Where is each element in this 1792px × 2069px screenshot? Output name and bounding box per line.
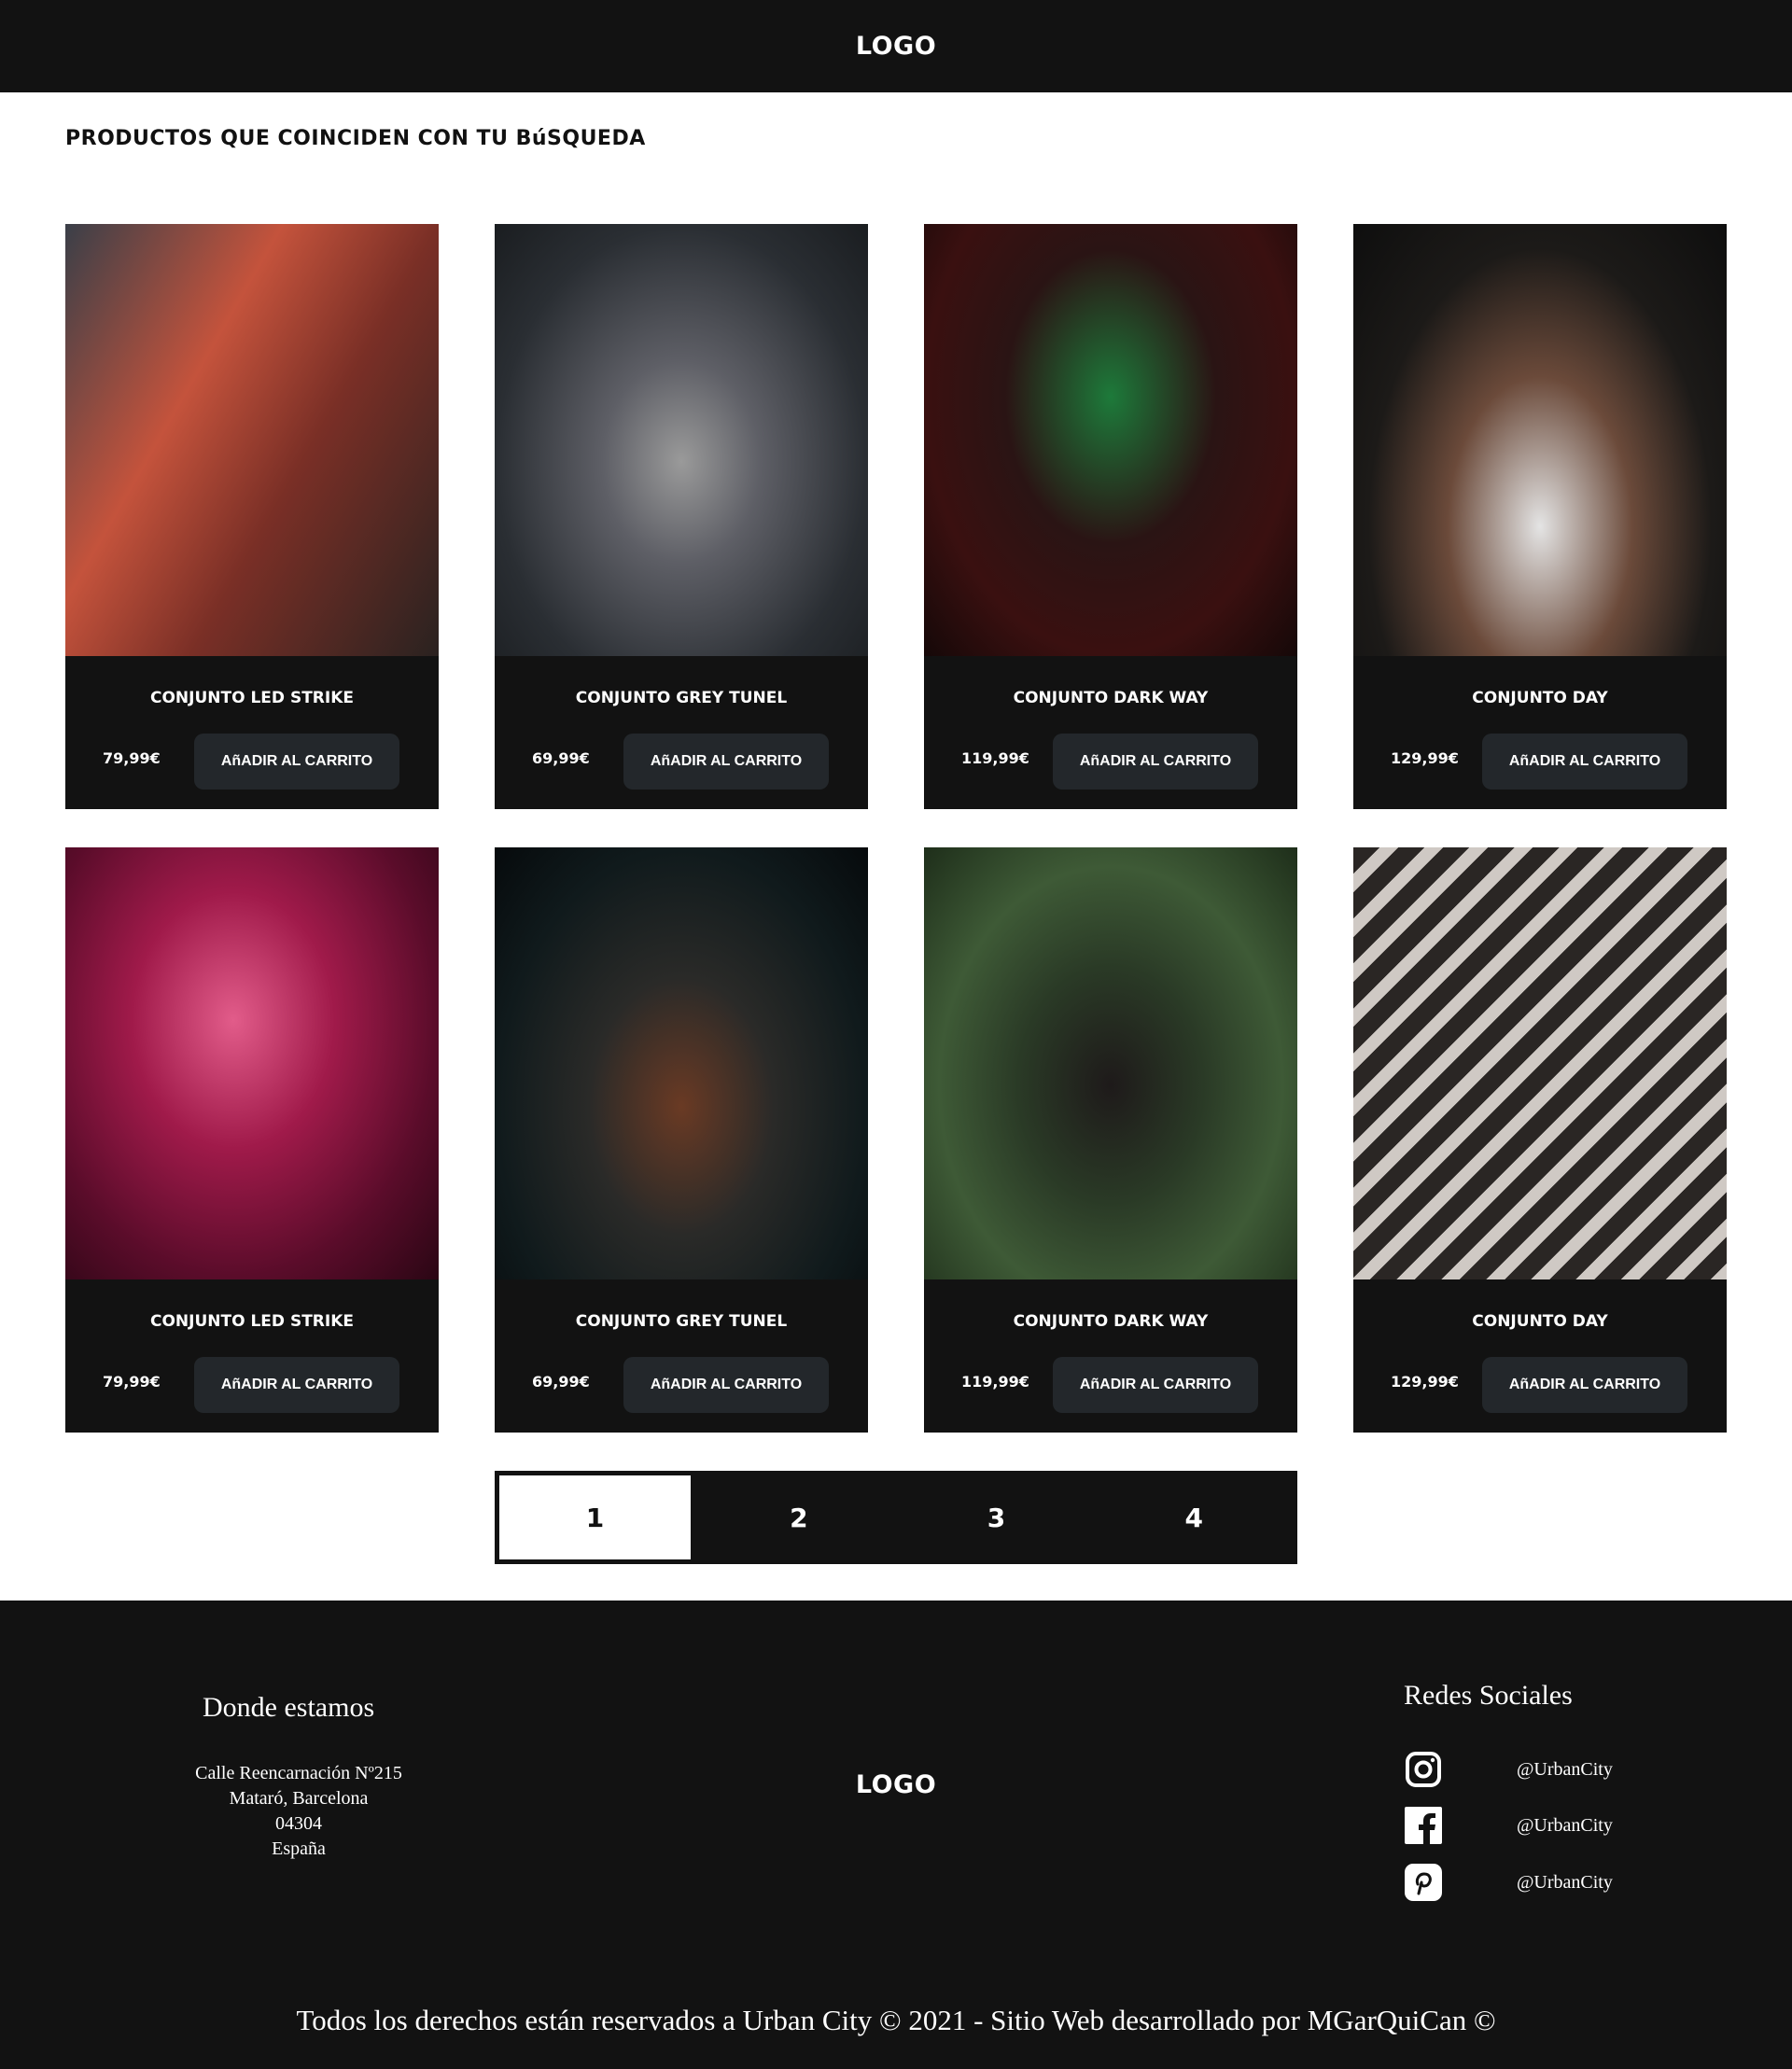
pinterest-handle[interactable]: @UrbanCity (1517, 1872, 1613, 1894)
instagram-handle[interactable]: @UrbanCity (1517, 1759, 1613, 1781)
product-image[interactable] (1353, 847, 1727, 1279)
page-1-button[interactable]: 1 (499, 1475, 691, 1559)
product-name[interactable]: CONJUNTO DAY (1353, 1312, 1727, 1331)
product-card: CONJUNTO LED STRIKE 79,99€ AñADIR AL CAR… (65, 847, 439, 1433)
product-image[interactable] (1353, 224, 1727, 656)
instagram-icon (1406, 1752, 1441, 1787)
product-image[interactable] (495, 224, 868, 656)
product-price: 69,99€ (532, 749, 590, 767)
social-facebook[interactable]: @UrbanCity (1405, 1807, 1613, 1844)
product-name[interactable]: CONJUNTO GREY TUNEL (495, 689, 868, 707)
page-3-button[interactable]: 3 (898, 1475, 1096, 1559)
address-line: España (272, 1838, 326, 1859)
product-card: CONJUNTO LED STRIKE 79,99€ AñADIR AL CAR… (65, 224, 439, 809)
product-name[interactable]: CONJUNTO LED STRIKE (65, 1312, 439, 1331)
product-price: 119,99€ (961, 749, 1029, 767)
facebook-icon (1405, 1807, 1442, 1844)
product-name[interactable]: CONJUNTO LED STRIKE (65, 689, 439, 707)
product-image[interactable] (495, 847, 868, 1279)
add-to-cart-button[interactable]: AñADIR AL CARRITO (1053, 1357, 1258, 1413)
product-name[interactable]: CONJUNTO DAY (1353, 689, 1727, 707)
product-price: 79,99€ (103, 749, 161, 767)
product-card: CONJUNTO GREY TUNEL 69,99€ AñADIR AL CAR… (495, 224, 868, 809)
product-price: 119,99€ (961, 1373, 1029, 1391)
copyright: Todos los derechos están reservados a Ur… (296, 2004, 1496, 2036)
social-title: Redes Sociales (1404, 1680, 1573, 1711)
product-image[interactable] (65, 847, 439, 1279)
product-image[interactable] (924, 847, 1297, 1279)
social-pinterest[interactable]: @UrbanCity (1405, 1864, 1613, 1901)
product-image[interactable] (65, 224, 439, 656)
logo[interactable]: LOGO (856, 32, 936, 61)
add-to-cart-button[interactable]: AñADIR AL CARRITO (194, 1357, 399, 1413)
add-to-cart-button[interactable]: AñADIR AL CARRITO (1482, 734, 1687, 790)
add-to-cart-button[interactable]: AñADIR AL CARRITO (623, 734, 829, 790)
add-to-cart-button[interactable]: AñADIR AL CARRITO (1053, 734, 1258, 790)
site-header: LOGO (0, 0, 1792, 92)
pinterest-icon (1405, 1864, 1442, 1901)
product-name[interactable]: CONJUNTO DARK WAY (924, 1312, 1297, 1331)
product-price: 129,99€ (1391, 1373, 1459, 1391)
product-card: CONJUNTO DARK WAY 119,99€ AñADIR AL CARR… (924, 847, 1297, 1433)
product-card: CONJUNTO DAY 129,99€ AñADIR AL CARRITO (1353, 224, 1727, 809)
page-4-button[interactable]: 4 (1095, 1475, 1293, 1559)
product-image[interactable] (924, 224, 1297, 656)
location-title: Donde estamos (203, 1692, 375, 1723)
product-name[interactable]: CONJUNTO DARK WAY (924, 689, 1297, 707)
product-card: CONJUNTO DAY 129,99€ AñADIR AL CARRITO (1353, 847, 1727, 1433)
social-instagram[interactable]: @UrbanCity (1405, 1751, 1613, 1788)
product-name[interactable]: CONJUNTO GREY TUNEL (495, 1312, 868, 1331)
product-price: 129,99€ (1391, 749, 1459, 767)
address-line: 04304 (275, 1813, 322, 1834)
product-price: 69,99€ (532, 1373, 590, 1391)
pagination: 1234 (495, 1471, 1297, 1564)
product-price: 79,99€ (103, 1373, 161, 1391)
page-title: PRODUCTOS QUE COINCIDEN CON TU BúSQUEDA (65, 127, 646, 150)
footer-logo[interactable]: LOGO (856, 1770, 936, 1799)
add-to-cart-button[interactable]: AñADIR AL CARRITO (623, 1357, 829, 1413)
product-card: CONJUNTO GREY TUNEL 69,99€ AñADIR AL CAR… (495, 847, 868, 1433)
add-to-cart-button[interactable]: AñADIR AL CARRITO (194, 734, 399, 790)
facebook-handle[interactable]: @UrbanCity (1517, 1815, 1613, 1837)
footer: Donde estamos Calle Reencarnación Nº215 … (0, 1601, 1792, 2069)
add-to-cart-button[interactable]: AñADIR AL CARRITO (1482, 1357, 1687, 1413)
page-2-button[interactable]: 2 (700, 1475, 898, 1559)
product-card: CONJUNTO DARK WAY 119,99€ AñADIR AL CARR… (924, 224, 1297, 809)
